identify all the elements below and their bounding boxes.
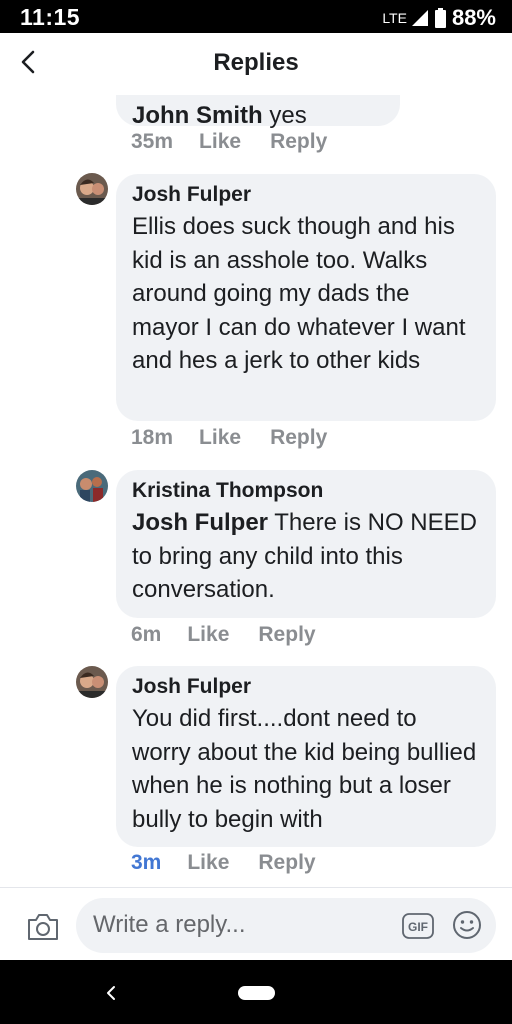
avatar-image	[76, 470, 108, 502]
mention-link[interactable]: Josh Fulper	[132, 509, 268, 536]
avatar[interactable]	[76, 666, 108, 698]
home-pill[interactable]	[238, 986, 275, 1000]
status-bar: 11:15 LTE 88%	[0, 0, 512, 33]
comment-author[interactable]: Josh Fulper	[132, 675, 480, 699]
comment-actions: 6m Like Reply	[131, 623, 316, 647]
reply-button[interactable]: Reply	[258, 851, 315, 875]
reply-button[interactable]: Reply	[270, 130, 327, 154]
comment-body: John Smith yes	[132, 102, 307, 129]
page-title: Replies	[213, 49, 299, 76]
comment-text: Ellis does suck though and his kid is an…	[132, 213, 466, 375]
comment-text: yes	[269, 102, 307, 129]
avatar-image	[76, 666, 108, 698]
comment-text: You did first....dont need to worry abou…	[132, 705, 477, 833]
status-time: 11:15	[20, 4, 81, 30]
comment-bubble: Kristina Thompson Josh Fulper There is N…	[116, 470, 496, 618]
comment-bubble: John Smith yes	[116, 95, 400, 129]
like-button[interactable]: Like	[199, 426, 241, 450]
reply-button[interactable]: Reply	[258, 623, 315, 647]
comment-body: Josh Fulper There is NO NEED to bring an…	[132, 506, 480, 607]
comment-author[interactable]: John Smith	[132, 102, 263, 129]
comment-author[interactable]: Kristina Thompson	[132, 479, 480, 503]
reply-placeholder: Write a reply...	[93, 911, 246, 938]
header: Replies	[0, 33, 512, 95]
comment-bubble: Josh Fulper You did first....dont need t…	[116, 666, 496, 847]
comment-author[interactable]: Josh Fulper	[132, 183, 480, 207]
gif-icon[interactable]: GIF	[402, 913, 434, 939]
avatar[interactable]	[76, 470, 108, 502]
comment-time: 3m	[131, 851, 162, 874]
comment-feed[interactable]: John Smith yes 35m Like Reply Josh Fulpe…	[0, 95, 512, 887]
status-indicators: LTE 88%	[382, 5, 496, 31]
like-button[interactable]: Like	[187, 851, 229, 875]
reply-button[interactable]: Reply	[270, 426, 327, 450]
avatar[interactable]	[76, 173, 108, 205]
network-type: LTE	[382, 10, 407, 26]
reply-bar: Write a reply... GIF	[0, 887, 512, 960]
reply-input[interactable]: Write a reply... GIF	[76, 898, 496, 953]
comment-actions: 3m Like Reply	[131, 851, 316, 875]
smile-icon[interactable]	[452, 910, 482, 940]
like-button[interactable]: Like	[187, 623, 229, 647]
comment-actions: 35m Like Reply	[131, 130, 327, 154]
avatar-image	[76, 173, 108, 205]
battery-level: 88%	[451, 5, 496, 30]
like-button[interactable]: Like	[199, 130, 241, 154]
system-nav-bar	[0, 960, 512, 1024]
battery-icon	[434, 8, 446, 28]
nav-back-icon[interactable]	[103, 984, 119, 1002]
comment-actions: 18m Like Reply	[131, 426, 327, 450]
gif-label: GIF	[408, 920, 428, 934]
comment-time: 35m	[131, 130, 174, 153]
signal-icon	[411, 10, 428, 26]
camera-icon[interactable]	[26, 912, 60, 942]
comment-time: 18m	[131, 426, 174, 449]
comment-bubble: Josh Fulper Ellis does suck though and h…	[116, 174, 496, 421]
comment-time: 6m	[131, 623, 162, 646]
